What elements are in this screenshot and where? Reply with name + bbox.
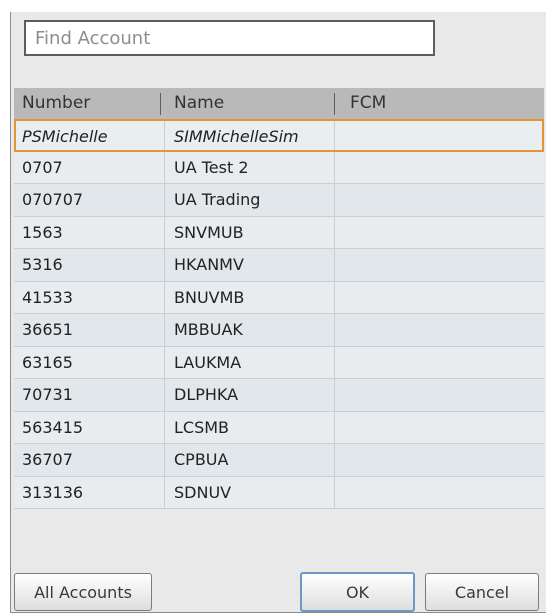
row-column-divider xyxy=(164,121,165,150)
account-name-cell: SNVMUB xyxy=(174,222,244,242)
account-name-cell: SIMMichelleSim xyxy=(174,127,299,146)
account-name-cell: UA Test 2 xyxy=(174,157,249,177)
row-column-divider xyxy=(334,121,335,150)
row-column-divider xyxy=(164,281,165,313)
row-column-divider xyxy=(164,249,165,281)
row-column-divider xyxy=(164,444,165,476)
account-number-cell: 5316 xyxy=(22,255,63,274)
account-name-cell: MBBUAK xyxy=(174,320,243,339)
account-name-cell: UA Trading xyxy=(174,190,261,209)
row-column-divider xyxy=(334,444,335,476)
account-rows: PSMichelle SIMMichelleSim 0707 UA Test 2 070… xyxy=(14,119,544,509)
all-accounts-button[interactable]: All Accounts xyxy=(14,573,152,611)
account-number-cell: 36651 xyxy=(22,320,73,339)
account-name-cell: LAUKMA xyxy=(174,352,242,372)
account-number-cell: 563415 xyxy=(22,417,84,437)
account-name-cell: SDNUV xyxy=(174,482,232,502)
account-name-cell: LCSMB xyxy=(174,417,230,437)
row-column-divider xyxy=(334,411,335,443)
row-column-divider xyxy=(164,314,165,346)
account-number-cell: 36707 xyxy=(22,450,73,469)
account-number-cell: 41533 xyxy=(22,287,73,307)
accounts-grid: Number Name FCM PSMichelle SIMMichelleSim… xyxy=(14,71,546,562)
find-account-input[interactable] xyxy=(24,20,435,56)
row-column-divider xyxy=(334,151,335,183)
row-column-divider xyxy=(334,216,335,248)
account-number-cell: 313136 xyxy=(22,482,84,502)
account-row[interactable]: 36707 CPBUA xyxy=(14,444,544,477)
row-column-divider xyxy=(334,281,335,313)
account-row[interactable]: 36651 MBBUAK xyxy=(14,314,544,347)
row-column-divider xyxy=(164,184,165,216)
row-column-divider xyxy=(334,249,335,281)
account-number-cell: 70731 xyxy=(22,385,73,404)
account-name-cell: BNUVMB xyxy=(174,287,245,307)
account-number-cell: 070707 xyxy=(22,190,84,209)
row-column-divider xyxy=(334,476,335,508)
account-row[interactable]: 41533 BNUVMB xyxy=(14,281,544,314)
column-separator xyxy=(334,93,335,115)
row-column-divider xyxy=(164,379,165,411)
row-column-divider xyxy=(334,379,335,411)
account-name-cell: HKANMV xyxy=(174,255,244,274)
account-number-cell: 63165 xyxy=(22,352,73,372)
column-header-number[interactable]: Number xyxy=(22,88,162,119)
account-number-cell: 1563 xyxy=(22,222,63,242)
column-header-name[interactable]: Name xyxy=(174,88,334,119)
account-number-cell: PSMichelle xyxy=(22,127,108,146)
row-column-divider xyxy=(164,216,165,248)
row-column-divider xyxy=(164,411,165,443)
row-column-divider xyxy=(164,151,165,183)
row-column-divider xyxy=(334,346,335,378)
account-name-cell: DLPHKA xyxy=(174,385,239,404)
account-row[interactable]: 563415 LCSMB xyxy=(14,411,544,444)
account-row[interactable]: 070707 UA Trading xyxy=(14,184,544,217)
account-row[interactable]: 63165 LAUKMA xyxy=(14,346,544,379)
account-name-cell: CPBUA xyxy=(174,450,229,469)
account-row[interactable]: 313136 SDNUV xyxy=(14,476,544,509)
row-column-divider xyxy=(164,346,165,378)
column-header-fcm[interactable]: FCM xyxy=(350,88,530,119)
row-column-divider xyxy=(334,314,335,346)
column-separator xyxy=(160,93,161,115)
account-row[interactable]: 70731 DLPHKA xyxy=(14,379,544,412)
account-row[interactable]: 1563 SNVMUB xyxy=(14,216,544,249)
account-row[interactable]: PSMichelle SIMMichelleSim xyxy=(14,119,544,152)
ok-button[interactable]: OK xyxy=(300,572,415,612)
row-column-divider xyxy=(164,476,165,508)
row-column-divider xyxy=(334,184,335,216)
account-number-cell: 0707 xyxy=(22,157,63,177)
cancel-button[interactable]: Cancel xyxy=(425,573,539,611)
account-row[interactable]: 0707 UA Test 2 xyxy=(14,151,544,184)
account-row[interactable]: 5316 HKANMV xyxy=(14,249,544,282)
grid-header: Number Name FCM xyxy=(14,88,544,119)
